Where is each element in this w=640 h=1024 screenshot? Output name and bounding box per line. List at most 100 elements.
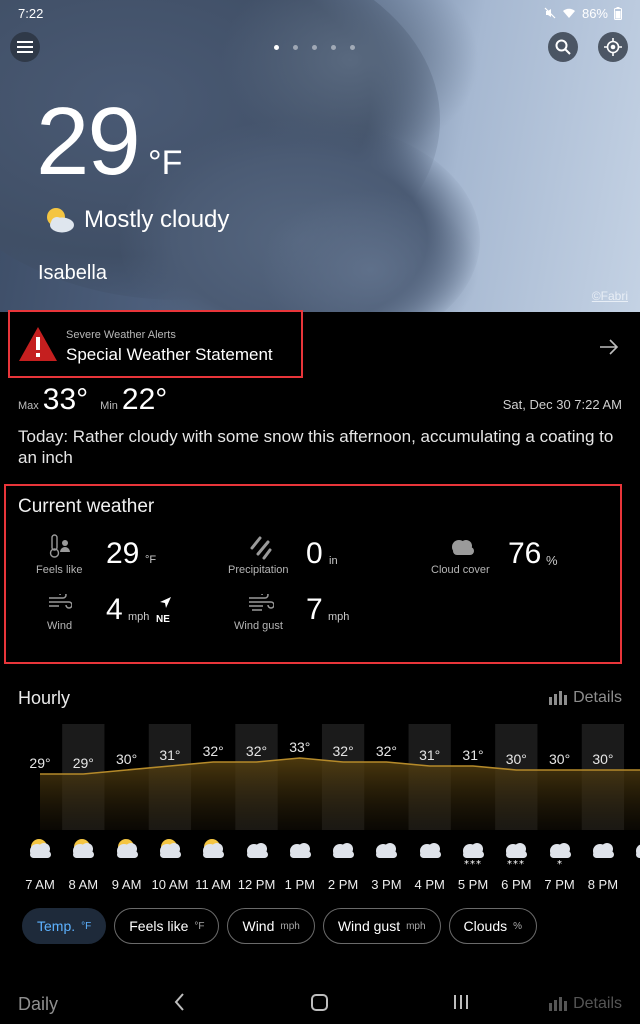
chip-unit: mph bbox=[406, 920, 426, 932]
chip-label: Feels like bbox=[129, 918, 189, 934]
current-temperature: 29 bbox=[36, 88, 141, 195]
hour-temp-label: 31° bbox=[462, 747, 483, 763]
page-dot[interactable] bbox=[350, 45, 355, 50]
hour-time-label: 10 AM bbox=[151, 877, 189, 892]
chip-label: Clouds bbox=[463, 918, 508, 934]
battery-percent: 86% bbox=[581, 5, 608, 21]
feels-like-unit: °F bbox=[145, 554, 157, 566]
svg-text:*: * bbox=[507, 859, 512, 870]
cloud-cover-value: 76 bbox=[508, 537, 542, 570]
chip-unit: mph bbox=[280, 920, 300, 932]
condition-text: Mostly cloudy bbox=[84, 206, 230, 233]
cloudy-icon bbox=[376, 843, 398, 858]
cloud-cover-label: Cloud cover bbox=[431, 564, 490, 576]
chip-label: Wind bbox=[242, 918, 275, 934]
location-name[interactable]: Isabella bbox=[38, 262, 107, 285]
precipitation-value: 0 bbox=[306, 537, 323, 570]
wind-direction-arrow-icon bbox=[160, 597, 171, 608]
hour-temp-label: 32° bbox=[376, 743, 397, 759]
daily-details-label: Details bbox=[573, 995, 622, 1012]
hour-time-label: 8 PM bbox=[587, 877, 619, 892]
temperature-area bbox=[40, 758, 640, 830]
svg-text:*: * bbox=[557, 859, 562, 870]
wind-gust-unit: mph bbox=[328, 611, 350, 623]
back-nav-icon[interactable] bbox=[172, 990, 188, 1014]
warning-icon bbox=[19, 327, 57, 361]
hour-time-label: 12 PM bbox=[237, 877, 276, 892]
feels-like-value: 29 bbox=[106, 537, 140, 570]
temperature-unit: °F bbox=[148, 144, 183, 182]
page-indicator[interactable] bbox=[274, 45, 355, 50]
cloudy-icon bbox=[419, 843, 441, 858]
today-summary: Today: Rather cloudy with some snow this… bbox=[18, 427, 614, 467]
page-dot[interactable] bbox=[293, 45, 298, 50]
wind-gust-label: Wind gust bbox=[234, 620, 283, 632]
page-dot[interactable] bbox=[274, 45, 279, 50]
home-nav-icon[interactable] bbox=[309, 990, 331, 1014]
cloud-icon bbox=[452, 540, 474, 555]
photo-credit[interactable]: ©Fabri bbox=[592, 289, 628, 303]
recents-nav-icon[interactable] bbox=[452, 990, 470, 1014]
hour-time-label: 6 PM bbox=[501, 877, 532, 892]
cloud-cover-unit: % bbox=[546, 553, 558, 568]
cloudy-icon bbox=[636, 844, 640, 858]
metric-chip[interactable]: Wind mph bbox=[227, 908, 315, 944]
page-dot[interactable] bbox=[312, 45, 317, 50]
date-time: Sat, Dec 30 7:22 AM bbox=[502, 397, 622, 412]
chip-label: Temp. bbox=[37, 918, 76, 934]
hour-time-label: 7 AM bbox=[25, 877, 55, 892]
search-icon bbox=[555, 39, 571, 55]
metric-chip[interactable]: Temp. °F bbox=[22, 908, 107, 944]
hour-time-label: 1 PM bbox=[284, 877, 315, 892]
daily-title: Daily bbox=[18, 994, 59, 1014]
partly-sunny-icon bbox=[47, 208, 74, 233]
hour-temp-label: 32° bbox=[246, 743, 267, 759]
partly-sunny-icon bbox=[73, 839, 95, 858]
arrow-right-icon[interactable] bbox=[598, 336, 620, 358]
hourly-temperature-chart[interactable]: 29° 29° 30° 31° 32° 32° 33° 32° 32° 31° 31° 30° 30° 3… bbox=[0, 724, 640, 830]
alert-title[interactable]: Special Weather Statement bbox=[66, 345, 273, 365]
partly-sunny-icon bbox=[203, 839, 225, 858]
hourly-icons-row: * * * * * * * bbox=[0, 836, 640, 876]
hamburger-icon bbox=[17, 41, 33, 53]
rain-drops-icon bbox=[250, 536, 272, 560]
locate-button[interactable] bbox=[598, 32, 628, 62]
max-temp: 33° bbox=[42, 383, 89, 416]
bar-chart-icon bbox=[549, 997, 568, 1011]
metric-chip[interactable]: Feels like °F bbox=[114, 908, 220, 944]
hour-temp-label: 29° bbox=[73, 755, 94, 771]
wifi-icon bbox=[562, 8, 575, 18]
partly-sunny-icon bbox=[159, 839, 181, 858]
menu-button[interactable] bbox=[10, 32, 40, 62]
metric-chips: Temp. °F Feels like °F Wind mph Wind gust mph Cl… bbox=[22, 908, 538, 944]
alert-kicker: Severe Weather Alerts bbox=[66, 329, 176, 341]
wind-label: Wind bbox=[47, 620, 73, 632]
svg-text:*: * bbox=[513, 859, 518, 870]
hour-temp-label: 30° bbox=[116, 751, 137, 767]
chip-unit: °F bbox=[194, 920, 205, 932]
wind-unit: mph bbox=[128, 611, 150, 623]
hour-time-label: 9 AM bbox=[111, 877, 142, 892]
metric-chip[interactable]: Clouds% bbox=[448, 908, 538, 944]
partly-sunny-icon bbox=[30, 839, 51, 858]
chip-unit: % bbox=[513, 920, 523, 932]
precipitation-label: Precipitation bbox=[228, 564, 289, 576]
hour-time-label: 11 AM bbox=[195, 877, 232, 892]
metric-chip[interactable]: Wind gust mph bbox=[322, 908, 441, 944]
hour-temp-label: 29° bbox=[29, 755, 50, 771]
hero-banner: 7:22 86% 29 °F Mostly cloudy Isabella ©F… bbox=[0, 0, 640, 312]
hour-temp-label: 30° bbox=[592, 751, 613, 767]
hourly-details-link[interactable]: Details bbox=[549, 689, 622, 707]
current-condition: Mostly cloudy bbox=[42, 206, 229, 234]
page-dot[interactable] bbox=[331, 45, 336, 50]
hour-time-label: 2 PM bbox=[327, 877, 359, 892]
chip-unit: °F bbox=[81, 920, 92, 932]
max-label: Max bbox=[18, 400, 39, 412]
hour-temp-label: 30° bbox=[549, 751, 570, 767]
search-button[interactable] bbox=[548, 32, 578, 62]
cloudy-icon bbox=[333, 843, 355, 858]
daily-details-link[interactable]: Details bbox=[549, 995, 622, 1013]
status-bar: 7:22 86% bbox=[18, 4, 622, 22]
cloudy-icon bbox=[592, 843, 614, 858]
min-temp: 22° bbox=[121, 383, 168, 416]
